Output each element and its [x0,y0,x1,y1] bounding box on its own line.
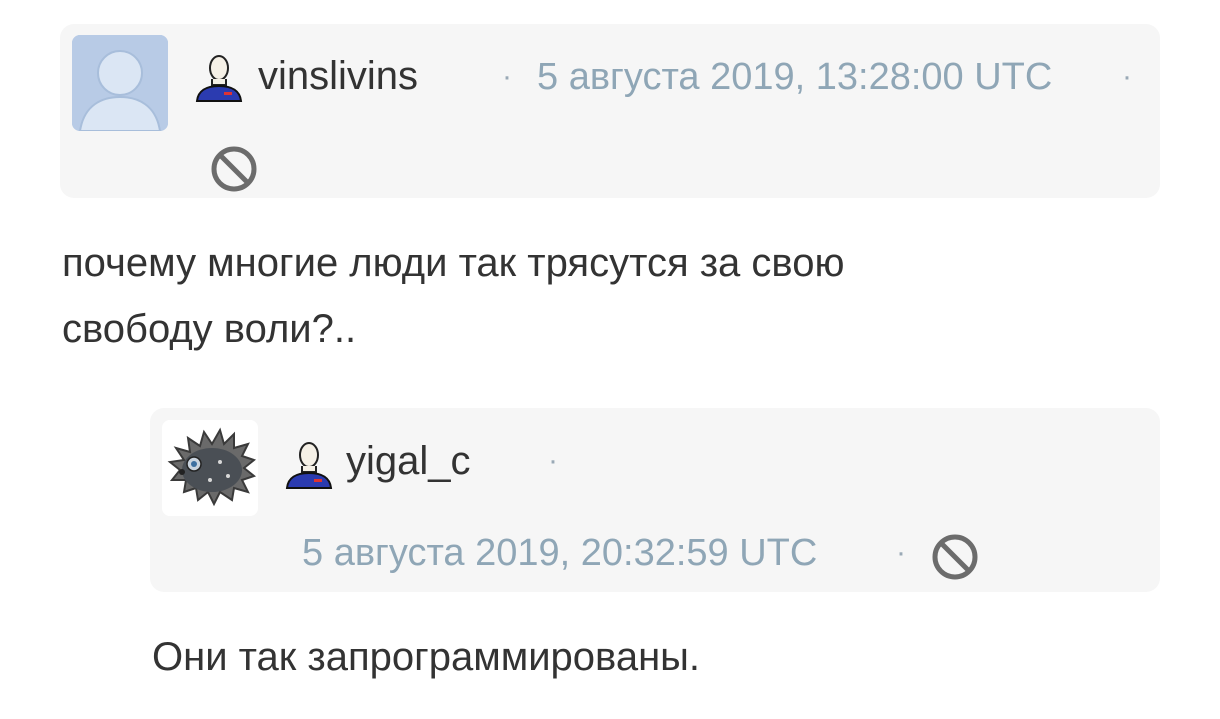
comment-body: Они так запрограммированы. [152,624,1152,690]
comment-text-line: почему многие люди так трясутся за свою [62,241,845,285]
comment-header: vinslivins · 5 августа 2019, 13:28:00 UT… [60,24,1160,198]
comment-timestamp[interactable]: 5 августа 2019, 13:28:00 UTC [537,56,1052,99]
comment-text-line: свободу воли?.. [62,307,357,351]
avatar[interactable] [72,35,168,131]
separator-dot: · [1122,60,1132,93]
comment-timestamp[interactable]: 5 августа 2019, 20:32:59 UTC [302,532,817,575]
hedgehog-avatar-icon [162,420,258,516]
ban-icon[interactable] [930,532,980,582]
user-profile-icon[interactable] [282,438,336,492]
reply-comment-header: yigal_c · 5 августа 2019, 20:32:59 UTC · [150,408,1160,592]
username[interactable]: yigal_c [346,439,471,484]
separator-dot: · [896,536,906,569]
avatar[interactable] [162,420,258,516]
comment-thread: vinslivins · 5 августа 2019, 13:28:00 UT… [0,0,1220,719]
comment-body: почему многие люди так трясутся за свою … [62,230,1102,362]
default-avatar-icon [72,35,168,131]
separator-dot: · [548,444,558,477]
comment-text-line: Они так запрограммированы. [152,635,701,679]
ban-icon[interactable] [209,144,259,194]
separator-dot: · [502,60,512,93]
username[interactable]: vinslivins [258,54,418,99]
user-profile-icon[interactable] [192,51,246,105]
